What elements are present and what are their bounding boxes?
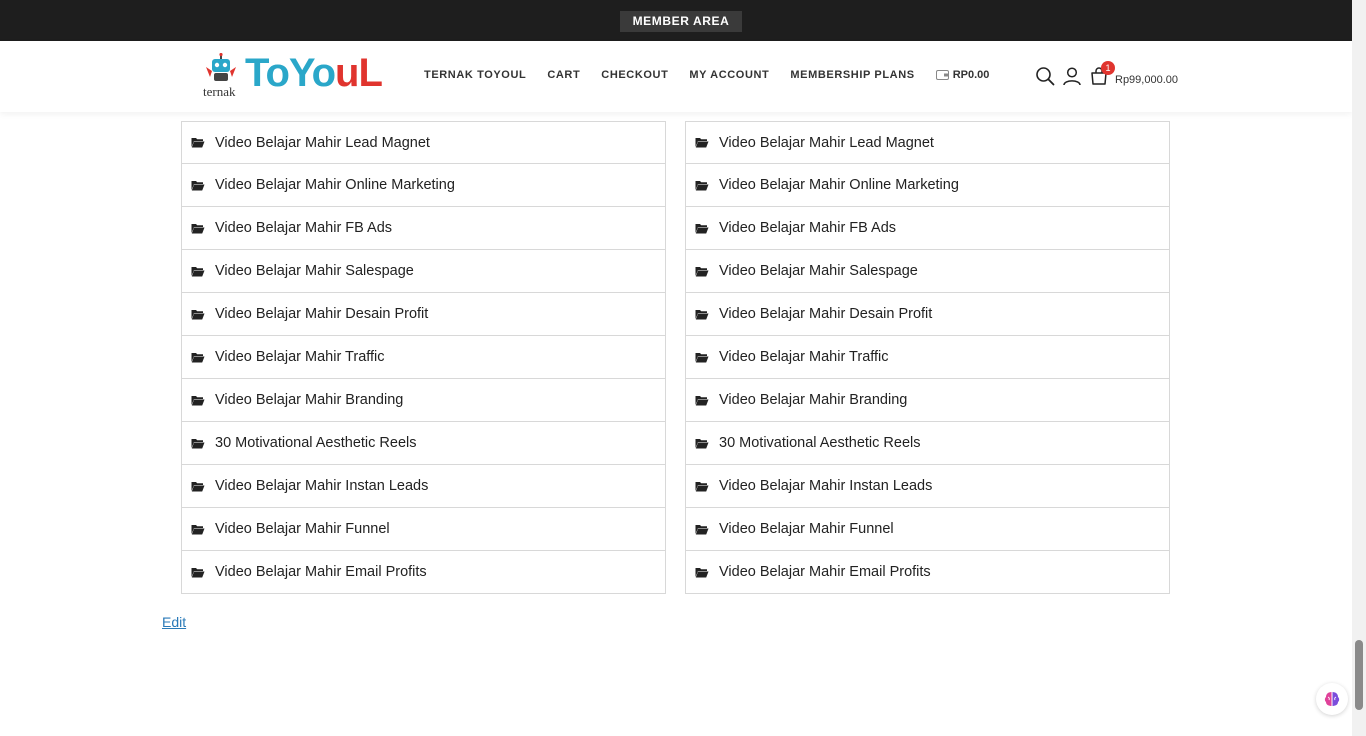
folder-open-icon [695,309,709,319]
list-item[interactable]: Video Belajar Mahir Instan Leads [685,465,1170,508]
list-item[interactable]: Video Belajar Mahir Instan Leads [181,465,666,508]
list-item[interactable]: Video Belajar Mahir Traffic [181,336,666,379]
folder-open-icon [695,438,709,448]
folder-open-icon [695,352,709,362]
folder-open-icon [191,395,205,405]
list-item-label: Video Belajar Mahir FB Ads [215,220,393,236]
folder-open-icon [191,524,205,534]
cart-count-badge: 1 [1101,60,1115,75]
header-actions: 1 Rp99,000.00 [1035,60,1178,86]
cart-total[interactable]: Rp99,000.00 [1115,74,1178,86]
wallet-balance[interactable]: RP0.00 [935,68,990,81]
robot-logo-icon [206,53,236,81]
cart-button[interactable]: 1 [1089,60,1115,86]
list-item[interactable]: Video Belajar Mahir Desain Profit [181,293,666,336]
folder-open-icon [191,138,205,148]
list-item[interactable]: Video Belajar Mahir Funnel [685,508,1170,551]
brain-icon [1324,692,1340,706]
nav-my-account[interactable]: MY ACCOUNT [689,69,769,81]
list-item-label: Video Belajar Mahir Funnel [719,521,894,537]
folder-open-icon [695,567,709,577]
main-nav: TERNAK TOYOUL CART CHECKOUT MY ACCOUNT M… [424,68,990,82]
folder-open-icon [191,223,205,233]
list-item[interactable]: 30 Motivational Aesthetic Reels [685,422,1170,465]
nav-membership-plans[interactable]: MEMBERSHIP PLANS [790,69,914,81]
list-item[interactable]: Video Belajar Mahir FB Ads [685,207,1170,250]
nav-cart[interactable]: CART [547,69,580,81]
list-item[interactable]: Video Belajar Mahir Email Profits [685,551,1170,594]
list-item-label: Video Belajar Mahir Instan Leads [215,478,429,494]
nav-ternak-toyoul[interactable]: TERNAK TOYOUL [424,69,526,81]
list-item-label: Video Belajar Mahir Email Profits [719,564,931,580]
list-item-label: Video Belajar Mahir Branding [215,392,404,408]
list-item-label: Video Belajar Mahir Funnel [215,521,390,537]
folder-open-icon [695,481,709,491]
member-area-label[interactable]: MEMBER AREA [620,11,742,32]
list-item-label: Video Belajar Mahir Instan Leads [719,478,933,494]
list-item-label: Video Belajar Mahir Salespage [215,263,414,279]
list-item[interactable]: 30 Motivational Aesthetic Reels [181,422,666,465]
folder-open-icon [191,352,205,362]
list-item-label: Video Belajar Mahir Online Marketing [719,177,959,193]
list-item[interactable]: Video Belajar Mahir Lead Magnet [685,121,1170,164]
list-item[interactable]: Video Belajar Mahir Salespage [181,250,666,293]
logo-small-text: ternak [203,84,236,99]
site-header: ternak ToYouL TERNAK TOYOUL CART CHECKOU… [0,41,1352,112]
folder-open-icon [191,567,205,577]
list-item[interactable]: Video Belajar Mahir Online Marketing [685,164,1170,207]
folder-open-icon [191,180,205,190]
list-item[interactable]: Video Belajar Mahir Online Marketing [181,164,666,207]
folder-open-icon [695,395,709,405]
list-item-label: Video Belajar Mahir Salespage [719,263,918,279]
list-item-label: 30 Motivational Aesthetic Reels [215,435,417,451]
scrollbar-track[interactable] [1352,0,1366,736]
site-logo[interactable]: ternak ToYouL [199,49,383,99]
folder-open-icon [695,266,709,276]
search-icon[interactable] [1035,66,1055,86]
list-item[interactable]: Video Belajar Mahir Funnel [181,508,666,551]
logo-wordmark: ToYouL [245,51,383,95]
folder-open-icon [695,223,709,233]
list-item-label: Video Belajar Mahir Email Profits [215,564,427,580]
folder-open-icon [695,180,709,190]
user-icon[interactable] [1062,66,1082,86]
list-item-label: Video Belajar Mahir Desain Profit [719,306,933,322]
list-item[interactable]: Video Belajar Mahir FB Ads [181,207,666,250]
folder-open-icon [191,266,205,276]
list-item-label: Video Belajar Mahir Traffic [215,349,385,365]
list-item-label: Video Belajar Mahir Lead Magnet [215,134,430,151]
list-item[interactable]: Video Belajar Mahir Traffic [685,336,1170,379]
video-list-left: Video Belajar Mahir Lead Magnet Video Bel… [181,121,666,594]
scrollbar-thumb[interactable] [1355,640,1363,710]
folder-open-icon [695,524,709,534]
assistant-button[interactable] [1316,683,1348,715]
video-list-right: Video Belajar Mahir Lead Magnet Video Bel… [685,121,1170,594]
list-item-label: Video Belajar Mahir Online Marketing [215,177,455,193]
list-item-label: Video Belajar Mahir Traffic [719,349,889,365]
folder-open-icon [191,481,205,491]
list-item-label: Video Belajar Mahir Branding [719,392,908,408]
list-item-label: Video Belajar Mahir Desain Profit [215,306,429,322]
list-item-label: Video Belajar Mahir Lead Magnet [719,134,934,151]
nav-checkout[interactable]: CHECKOUT [601,69,668,81]
wallet-icon [935,70,949,80]
list-item[interactable]: Video Belajar Mahir Salespage [685,250,1170,293]
edit-link[interactable]: Edit [162,614,186,630]
list-item[interactable]: Video Belajar Mahir Email Profits [181,551,666,594]
folder-open-icon [695,138,709,148]
list-item[interactable]: Video Belajar Mahir Lead Magnet [181,121,666,164]
top-bar: MEMBER AREA [0,0,1352,41]
list-item[interactable]: Video Belajar Mahir Branding [685,379,1170,422]
wallet-amount: RP0.00 [952,68,990,81]
folder-open-icon [191,309,205,319]
list-item[interactable]: Video Belajar Mahir Desain Profit [685,293,1170,336]
list-item[interactable]: Video Belajar Mahir Branding [181,379,666,422]
list-item-label: 30 Motivational Aesthetic Reels [719,435,921,451]
list-item-label: Video Belajar Mahir FB Ads [719,220,897,236]
folder-open-icon [191,438,205,448]
